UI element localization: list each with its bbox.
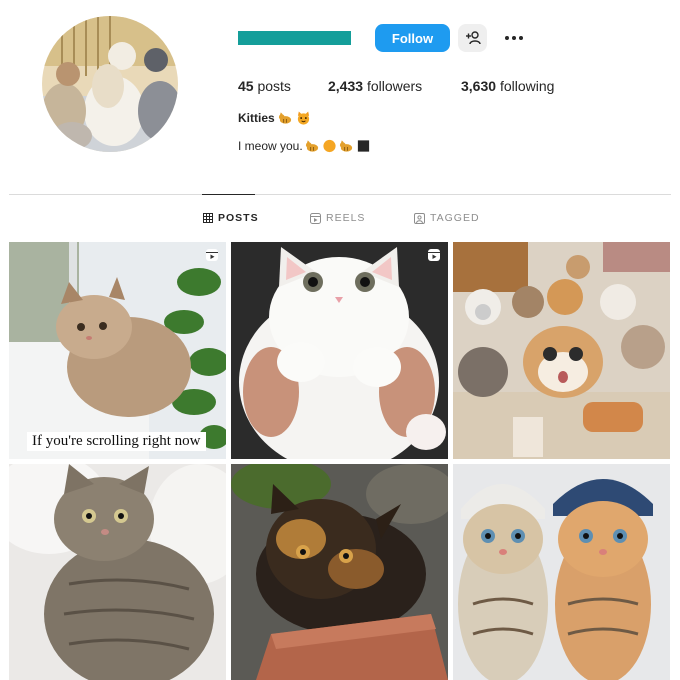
post-tile-3[interactable] [453, 242, 670, 459]
suggested-accounts-button[interactable] [458, 24, 487, 52]
username-redacted [238, 31, 351, 45]
post-tile-1[interactable]: If you're scrolling right now [9, 242, 226, 459]
tab-tagged[interactable]: TAGGED [414, 210, 480, 226]
reel-icon [206, 249, 218, 261]
tab-posts-label: POSTS [218, 212, 259, 224]
post-image [9, 464, 226, 680]
tab-reels-label: REELS [326, 212, 366, 224]
bio-text: I meow you. [238, 139, 303, 153]
cat-emoji [305, 140, 318, 152]
active-tab-indicator [202, 194, 255, 195]
profile-divider [9, 194, 671, 195]
post-caption: If you're scrolling right now [27, 432, 206, 451]
post-image [453, 242, 670, 459]
reel-icon [428, 249, 440, 261]
post-tile-2[interactable] [231, 242, 448, 459]
cat-emoji [278, 112, 291, 124]
following-label: following [499, 78, 555, 94]
tab-tagged-label: TAGGED [430, 212, 480, 224]
more-options-icon-dot [519, 36, 523, 40]
cat-emoji [339, 140, 352, 152]
followers-count: 2,433 [328, 78, 364, 94]
reels-icon [310, 212, 321, 224]
followers-label: followers [366, 78, 423, 94]
orange-circle-emoji [323, 139, 336, 153]
following-count: 3,630 [461, 78, 497, 94]
black-square-emoji [357, 140, 369, 152]
post-image [453, 464, 670, 680]
more-options-icon-dot [512, 36, 516, 40]
post-image [231, 464, 448, 680]
more-options-button[interactable] [500, 28, 528, 48]
following-stat[interactable]: 3,630 following [461, 78, 554, 94]
display-name-text: Kitties [238, 111, 275, 125]
profile-display-name: Kitties [238, 111, 311, 125]
post-image [9, 242, 226, 459]
cat-face-emoji [297, 111, 309, 125]
posts-count: 45 [238, 78, 254, 94]
post-tile-5[interactable] [231, 464, 448, 680]
tagged-icon [414, 212, 425, 224]
tab-reels[interactable]: REELS [310, 210, 365, 226]
profile-bio: I meow you. [238, 139, 371, 153]
profile-avatar[interactable] [42, 16, 178, 152]
posts-stat: 45 posts [238, 78, 291, 94]
more-options-icon [505, 36, 509, 40]
post-tile-6[interactable] [453, 464, 670, 680]
post-image [231, 242, 448, 459]
followers-stat[interactable]: 2,433 followers [328, 78, 422, 94]
posts-label: posts [257, 78, 291, 94]
grid-icon [203, 213, 213, 223]
post-tile-4[interactable] [9, 464, 226, 680]
add-person-icon [465, 31, 481, 45]
follow-button[interactable]: Follow [375, 24, 450, 52]
tab-posts[interactable]: POSTS [203, 210, 259, 226]
